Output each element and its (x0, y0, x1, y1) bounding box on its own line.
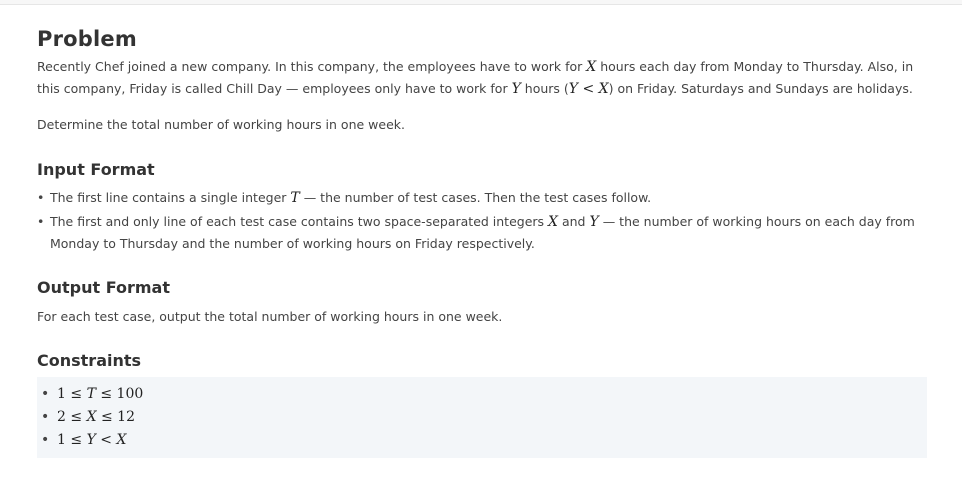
math-y: Y (511, 81, 521, 97)
problem-description: Recently Chef joined a new company. In t… (37, 56, 927, 100)
desc-text-a: Recently Chef joined a new company. In t… (37, 59, 587, 74)
constraints-heading: Constraints (37, 351, 142, 370)
constraints-box: 1 ≤ T ≤ 100 2 ≤ X ≤ 12 1 ≤ Y < X (37, 377, 927, 458)
input-item1-text-b: — the number of test cases. Then the tes… (299, 190, 652, 205)
output-format-heading: Output Format (37, 278, 170, 297)
constraint-var: X (86, 409, 97, 425)
list-item: The first and only line of each test cas… (37, 211, 927, 255)
constraint-op1: ≤ (65, 409, 87, 425)
math-t: T (290, 190, 300, 206)
problem-task: Determine the total number of working ho… (37, 117, 405, 132)
constraint-item: 1 ≤ Y < X (41, 429, 927, 452)
constraint-high: X (116, 432, 127, 448)
input-item1-text-a: The first line contains a single integer (50, 190, 291, 205)
math-y: Y (589, 214, 599, 230)
desc-text-d: ) on Friday. Saturdays and Sundays are h… (608, 81, 913, 96)
input-format-heading: Input Format (37, 160, 155, 179)
input-item2-text-a: The first and only line of each test cas… (50, 214, 549, 229)
constraint-var: T (86, 386, 96, 402)
constraint-op2: ≤ (95, 386, 117, 402)
constraint-high: 12 (117, 409, 135, 425)
constraint-low: 1 (57, 386, 66, 402)
input-item2-text-b: and (558, 214, 590, 229)
constraints-list: 1 ≤ T ≤ 100 2 ≤ X ≤ 12 1 ≤ Y < X (37, 383, 927, 452)
constraint-var: Y (86, 432, 96, 448)
constraint-low: 2 (57, 409, 66, 425)
output-format-text: For each test case, output the total num… (37, 309, 503, 324)
constraint-low: 1 (57, 432, 66, 448)
problem-statement: Problem Recently Chef joined a new compa… (37, 22, 927, 458)
problem-heading: Problem (37, 27, 137, 51)
math-cond-x: X (598, 81, 609, 97)
top-border (0, 0, 962, 5)
constraint-item: 1 ≤ T ≤ 100 (41, 383, 927, 406)
math-x: X (548, 214, 558, 230)
constraint-item: 2 ≤ X ≤ 12 (41, 406, 927, 429)
list-item: The first line contains a single integer… (37, 187, 927, 209)
desc-text-c: hours ( (520, 81, 569, 96)
constraint-op2: ≤ (96, 409, 118, 425)
constraint-op1: ≤ (65, 432, 87, 448)
math-x: X (586, 59, 597, 75)
input-format-list: The first line contains a single integer… (37, 187, 927, 255)
constraint-high: 100 (116, 386, 144, 402)
math-cond-y: Y (568, 81, 579, 97)
math-cond-lt: < (578, 81, 599, 97)
constraint-op2: < (95, 432, 117, 448)
constraint-op1: ≤ (65, 386, 87, 402)
